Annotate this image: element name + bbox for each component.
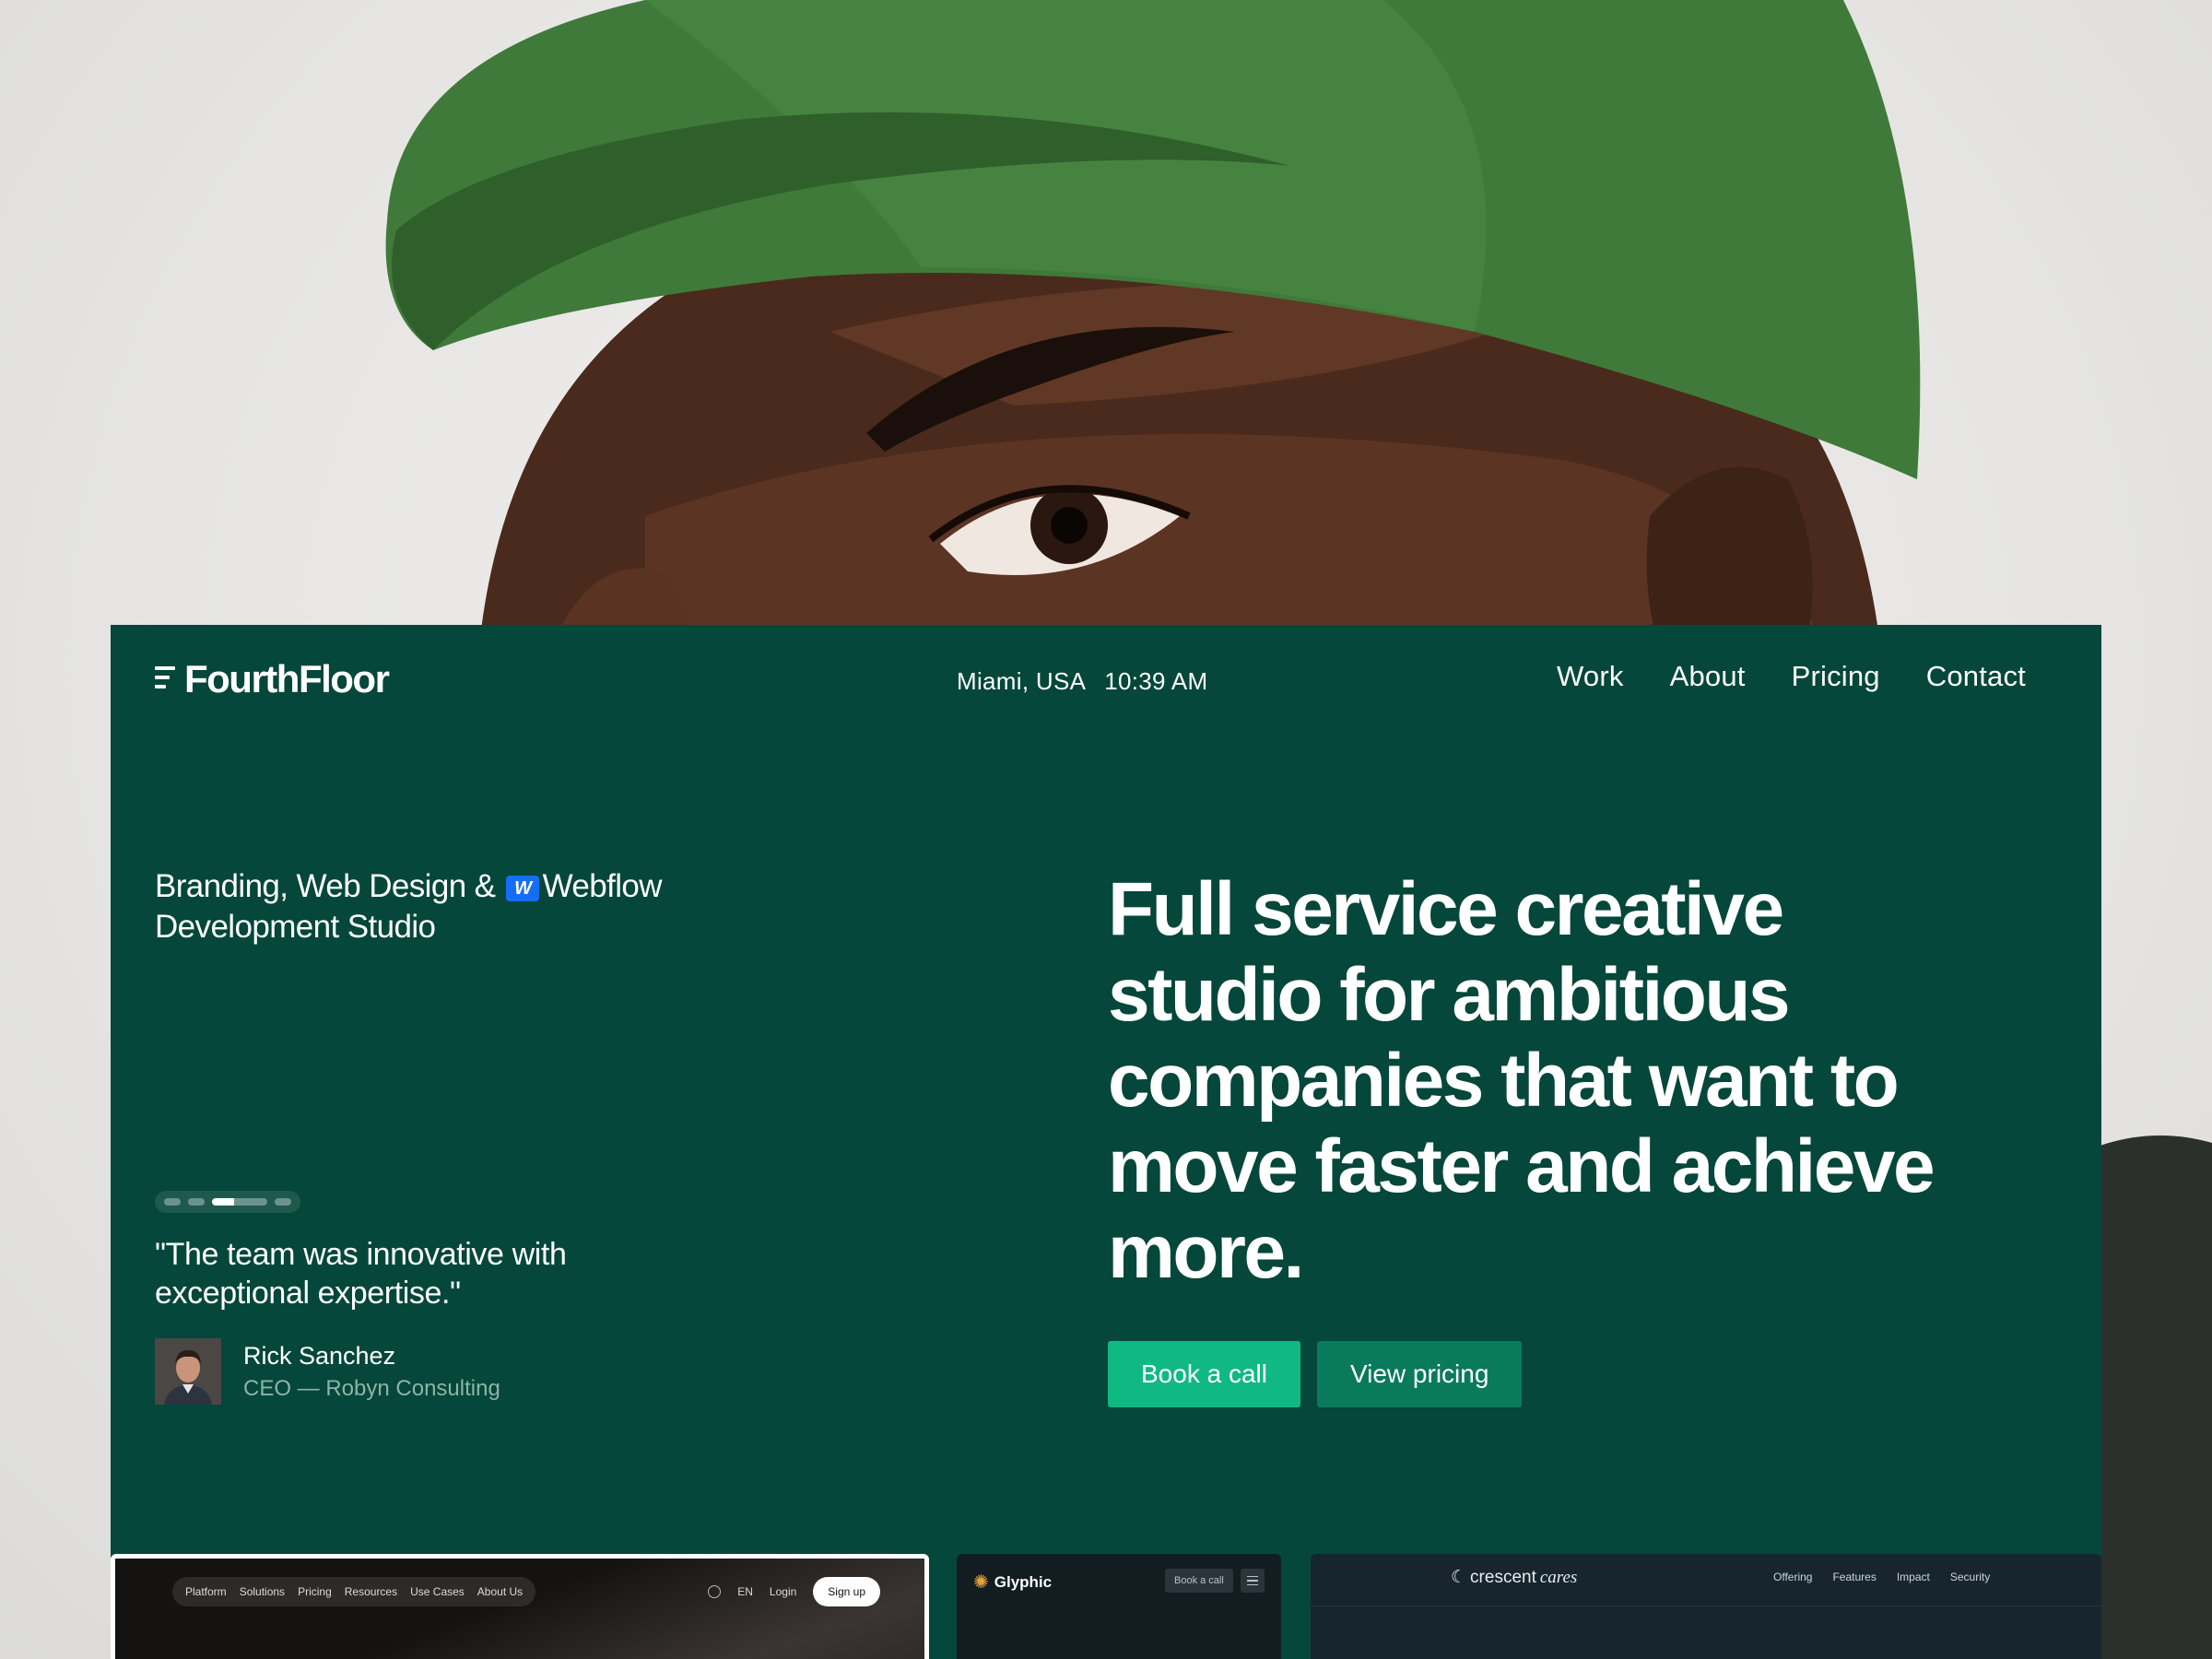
preview-nav-item: Security <box>1949 1571 1991 1583</box>
crescent-icon: ☾ <box>1451 1568 1467 1587</box>
preview-login: Login <box>769 1585 797 1598</box>
testimonial-quote: "The team was innovative with exceptiona… <box>155 1237 567 1311</box>
preview-nav-item: Solutions <box>239 1585 286 1598</box>
website-hero-panel: FourthFloor Miami, USA 10:39 AM Work Abo… <box>111 625 2101 1659</box>
preview-logo: ✺ Glyphic <box>973 1571 1052 1594</box>
nav-link-contact[interactable]: Contact <box>1926 660 2026 693</box>
preview-nav-item: About Us <box>477 1585 524 1598</box>
preview-logo: ☾ crescent cares <box>1451 1567 1577 1588</box>
star-icon: ✺ <box>973 1572 989 1593</box>
location-clock: Miami, USA 10:39 AM <box>957 667 1208 696</box>
testimonial-pagination <box>155 1191 300 1213</box>
hero-headline: Full service creative studio for ambitio… <box>1108 867 1936 1294</box>
preview-book-call: Book a call <box>1165 1569 1233 1593</box>
time-text: 10:39 AM <box>1104 667 1208 695</box>
author-name: Rick Sanchez <box>243 1341 396 1370</box>
preview-nav: Offering Features Impact Security <box>1773 1571 1990 1583</box>
pagination-dot[interactable] <box>164 1198 181 1206</box>
nav-link-pricing[interactable]: Pricing <box>1792 660 1880 693</box>
location-text: Miami, USA <box>957 667 1087 695</box>
preview-nav-item: Use Cases <box>410 1585 465 1598</box>
preview-actions: EN Login Sign up <box>708 1577 880 1606</box>
tagline-text-1: Branding, Web Design & <box>155 868 496 904</box>
preview-nav: Platform Solutions Pricing Resources Use… <box>172 1577 536 1606</box>
portfolio-preview-1[interactable]: Platform Solutions Pricing Resources Use… <box>111 1554 929 1659</box>
preview-logo-text: crescent <box>1470 1567 1536 1587</box>
testimonial-author: Rick Sanchez CEO — Robyn Consulting <box>155 1338 500 1405</box>
view-pricing-button[interactable]: View pricing <box>1316 1341 1523 1407</box>
brand-name: FourthFloor <box>184 657 390 700</box>
preview-nav-item: Pricing <box>298 1585 332 1598</box>
book-call-button[interactable]: Book a call <box>1108 1341 1300 1407</box>
brand-logo[interactable]: FourthFloor <box>155 657 390 700</box>
portfolio-preview-3[interactable]: ☾ crescent cares Offering Features Impact… <box>1311 1554 2101 1659</box>
preview-logo-italic: cares <box>1539 1567 1578 1587</box>
studio-tagline: Branding, Web Design & W Webflow Developm… <box>155 866 726 947</box>
hero-cta-group: Book a call View pricing <box>1108 1341 1523 1407</box>
pagination-dot[interactable] <box>275 1198 291 1206</box>
preview-nav-item: Resources <box>344 1585 398 1598</box>
avatar <box>155 1338 221 1405</box>
preview-logo-text: Glyphic <box>994 1572 1053 1591</box>
preview-nav-item: Impact <box>1896 1571 1930 1583</box>
preview-lang: EN <box>737 1585 753 1598</box>
portfolio-preview-2[interactable]: ✺ Glyphic Book a call <box>957 1554 1281 1659</box>
preview-nav-item: Features <box>1832 1571 1877 1583</box>
globe-icon <box>708 1585 722 1598</box>
author-role: CEO — Robyn Consulting <box>243 1375 500 1401</box>
preview-nav-item: Offering <box>1773 1571 1813 1583</box>
nav-link-work[interactable]: Work <box>1557 660 1624 693</box>
preview-signup-button: Sign up <box>813 1577 880 1606</box>
nav-link-about[interactable]: About <box>1670 660 1746 693</box>
pagination-dot-active[interactable] <box>212 1198 267 1206</box>
webflow-icon: W <box>505 876 539 901</box>
pagination-dot[interactable] <box>188 1198 205 1206</box>
main-nav: Work About Pricing Contact <box>1557 660 2026 693</box>
brand-logo-icon <box>155 663 182 696</box>
menu-icon <box>1241 1569 1265 1593</box>
preview-nav-item: Platform <box>185 1585 227 1598</box>
